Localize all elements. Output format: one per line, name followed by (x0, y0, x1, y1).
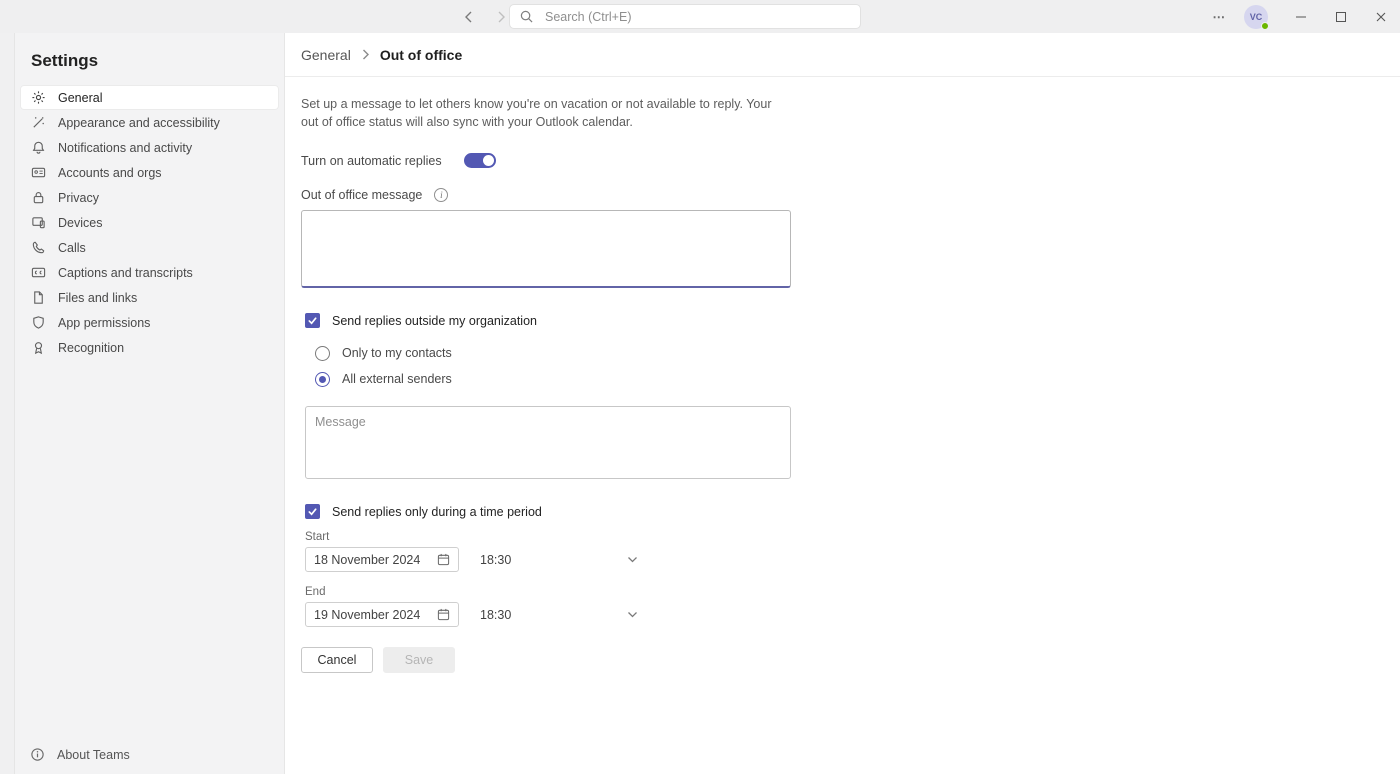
radio-only-contacts[interactable]: Only to my contacts (315, 340, 1089, 366)
start-date-picker[interactable]: 18 November 2024 (305, 547, 459, 572)
chevron-down-icon (627, 556, 638, 564)
sidebar-item-label: Privacy (58, 191, 99, 205)
breadcrumb-current: Out of office (380, 47, 462, 63)
check-icon (307, 506, 318, 517)
id-card-icon (30, 165, 46, 181)
about-teams-link[interactable]: About Teams (15, 735, 284, 774)
search-icon (520, 10, 533, 23)
intro-text: Set up a message to let others know you'… (301, 95, 791, 131)
external-recipients-radio-group: Only to my contacts All external senders (315, 340, 1089, 392)
sidebar-item-label: Accounts and orgs (58, 166, 162, 180)
lock-icon (30, 190, 46, 206)
sidebar-item-label: Devices (58, 216, 102, 230)
info-icon (30, 747, 45, 762)
send-outside-label: Send replies outside my organization (332, 314, 537, 328)
sidebar-item-label: Notifications and activity (58, 141, 192, 155)
sidebar-item-label: App permissions (58, 316, 150, 330)
window-minimize-button[interactable] (1288, 4, 1314, 30)
window-maximize-button[interactable] (1328, 4, 1354, 30)
more-options-button[interactable]: ⋯ (1209, 5, 1231, 28)
start-time-value: 18:30 (480, 553, 511, 567)
settings-sidebar: Settings General Appearance and accessib… (15, 33, 285, 774)
sidebar-item-label: Captions and transcripts (58, 266, 193, 280)
sidebar-item-accounts[interactable]: Accounts and orgs (20, 160, 279, 185)
title-bar: ⋯ VC (0, 0, 1400, 33)
window-close-button[interactable] (1368, 4, 1394, 30)
chevron-left-icon (464, 11, 474, 23)
sidebar-item-notifications[interactable]: Notifications and activity (20, 135, 279, 160)
sidebar-item-general[interactable]: General (20, 85, 279, 110)
about-teams-label: About Teams (57, 748, 130, 762)
presence-badge-icon (1261, 22, 1269, 30)
end-date-value: 19 November 2024 (314, 608, 420, 622)
cancel-button[interactable]: Cancel (301, 647, 373, 673)
device-icon (30, 215, 46, 231)
gear-icon (30, 90, 46, 106)
sidebar-item-recognition[interactable]: Recognition (20, 335, 279, 360)
end-time-value: 18:30 (480, 608, 511, 622)
avatar-initials: VC (1250, 12, 1263, 22)
time-period-checkbox[interactable] (305, 504, 320, 519)
nav-back-button[interactable] (460, 8, 478, 26)
sidebar-item-captions[interactable]: Captions and transcripts (20, 260, 279, 285)
sidebar-item-files[interactable]: Files and links (20, 285, 279, 310)
avatar[interactable]: VC (1244, 5, 1268, 29)
sidebar-item-label: Recognition (58, 341, 124, 355)
radio-only-contacts-label: Only to my contacts (342, 346, 452, 360)
external-message-textarea[interactable] (305, 406, 791, 479)
end-date-picker[interactable]: 19 November 2024 (305, 602, 459, 627)
radio-all-external[interactable]: All external senders (315, 366, 1089, 392)
breadcrumb: General Out of office (285, 33, 1400, 77)
sidebar-item-devices[interactable]: Devices (20, 210, 279, 235)
sidebar-item-label: Calls (58, 241, 86, 255)
file-icon (30, 290, 46, 306)
start-time-picker[interactable]: 18:30 (477, 547, 647, 572)
app-rail (0, 33, 15, 774)
end-time-picker[interactable]: 18:30 (477, 602, 647, 627)
sidebar-item-label: Appearance and accessibility (58, 116, 220, 130)
cc-icon (30, 265, 46, 281)
maximize-icon (1335, 11, 1347, 23)
start-label: Start (305, 531, 1089, 543)
sidebar-item-app-permissions[interactable]: App permissions (20, 310, 279, 335)
sidebar-item-label: Files and links (58, 291, 137, 305)
search-box[interactable] (509, 4, 861, 29)
sidebar-nav: General Appearance and accessibility Not… (15, 85, 284, 360)
sidebar-item-appearance[interactable]: Appearance and accessibility (20, 110, 279, 135)
sidebar-item-label: General (58, 91, 102, 105)
radio-all-external-label: All external senders (342, 372, 452, 386)
ooo-message-textarea[interactable] (301, 210, 791, 288)
info-icon[interactable]: i (434, 188, 448, 202)
chevron-right-icon (496, 11, 506, 23)
chevron-down-icon (627, 611, 638, 619)
minimize-icon (1295, 11, 1307, 23)
award-icon (30, 340, 46, 356)
auto-replies-label: Turn on automatic replies (301, 154, 442, 168)
auto-replies-toggle[interactable] (464, 153, 496, 168)
chevron-right-icon (361, 49, 370, 60)
ooo-message-label: Out of office message (301, 188, 422, 202)
shield-icon (30, 315, 46, 331)
send-outside-checkbox[interactable] (305, 313, 320, 328)
sidebar-item-privacy[interactable]: Privacy (20, 185, 279, 210)
calendar-icon (437, 553, 450, 566)
close-icon (1375, 11, 1387, 23)
wand-icon (30, 115, 46, 131)
calendar-icon (437, 608, 450, 621)
save-button: Save (383, 647, 455, 673)
sidebar-heading: Settings (15, 33, 284, 85)
start-date-value: 18 November 2024 (314, 553, 420, 567)
end-label: End (305, 586, 1089, 598)
bell-icon (30, 140, 46, 156)
search-input[interactable] (543, 9, 850, 25)
breadcrumb-parent[interactable]: General (301, 47, 351, 63)
check-icon (307, 315, 318, 326)
content-pane: General Out of office Set up a message t… (285, 33, 1400, 774)
time-period-label: Send replies only during a time period (332, 505, 542, 519)
phone-icon (30, 240, 46, 256)
sidebar-item-calls[interactable]: Calls (20, 235, 279, 260)
nav-forward-button[interactable] (492, 8, 510, 26)
